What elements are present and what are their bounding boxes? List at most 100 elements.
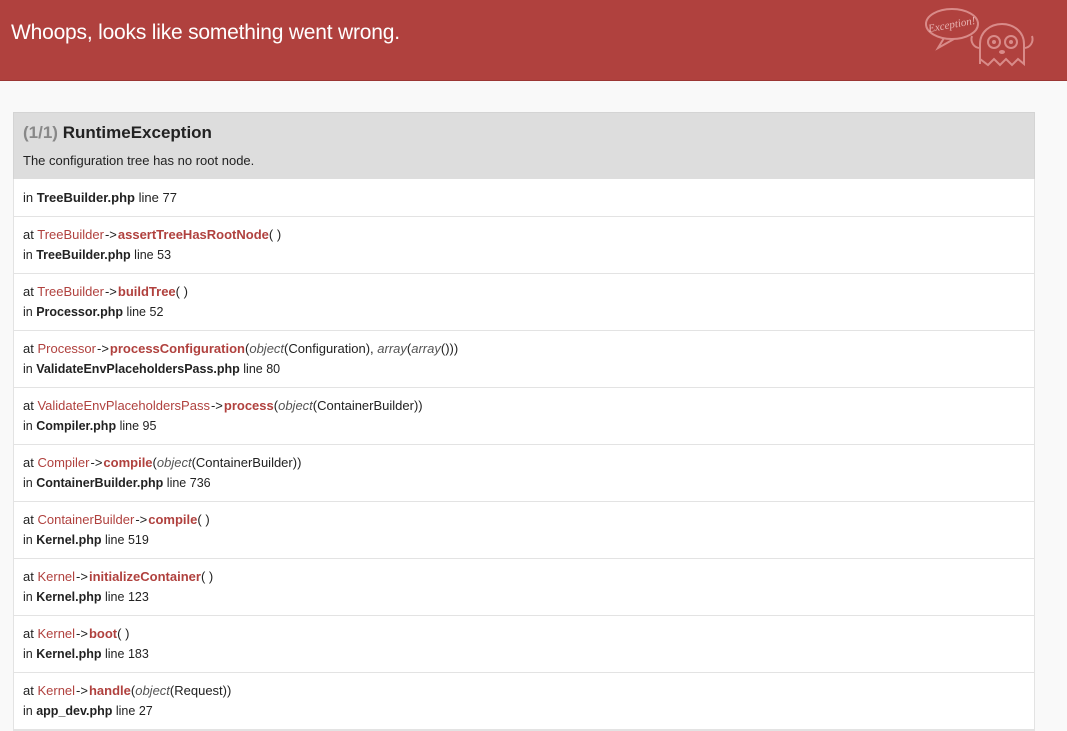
trace-arg-value: (Configuration): [284, 341, 371, 356]
trace-class-name[interactable]: TreeBuilder: [37, 284, 104, 299]
trace-location: in Kernel.php line 519: [23, 528, 1025, 549]
trace-method-name[interactable]: assertTreeHasRootNode: [118, 227, 269, 242]
trace-class-name[interactable]: Kernel: [37, 569, 75, 584]
trace-line-label: line: [119, 419, 140, 433]
trace-at-label: at: [23, 398, 34, 413]
trace-call: at Processor->processConfiguration(objec…: [23, 341, 459, 356]
trace-at-label: at: [23, 683, 34, 698]
page-header: Whoops, looks like something went wrong.…: [0, 0, 1067, 81]
exception-ghost-logo: Exception!: [925, 8, 1034, 67]
page-title: Whoops, looks like something went wrong.: [11, 21, 400, 44]
trace-arrow: ->: [104, 284, 117, 299]
trace-method-name[interactable]: processConfiguration: [110, 341, 245, 356]
trace-class-name[interactable]: ValidateEnvPlaceholdersPass: [37, 398, 209, 413]
trace-arg-type: object: [278, 398, 313, 413]
trace-class-name[interactable]: Processor: [37, 341, 96, 356]
trace-method-name[interactable]: buildTree: [118, 284, 176, 299]
trace-file: ContainerBuilder.php: [36, 476, 164, 490]
trace-frame: at Kernel->boot( ) in Kernel.php line 183: [14, 616, 1034, 673]
trace-first-location: in TreeBuilder.php line 77: [14, 179, 1034, 217]
trace-file: app_dev.php: [36, 704, 113, 718]
trace-line-number: 736: [189, 476, 211, 490]
trace-arg-value: (ContainerBuilder): [312, 398, 419, 413]
trace-line-number: 53: [157, 248, 172, 262]
trace-in-label: in: [23, 305, 33, 319]
trace-line-number: 52: [149, 305, 164, 319]
exception-summary: (1/1) RuntimeException The configuration…: [13, 112, 1035, 179]
trace-frame: at Kernel->initializeContainer( ) in Kern…: [14, 559, 1034, 616]
trace-method-name[interactable]: boot: [89, 626, 117, 641]
trace-at-label: at: [23, 341, 34, 356]
trace-line-number: 183: [127, 647, 149, 661]
trace-arg-type: object: [249, 341, 285, 356]
trace-file: Kernel.php: [36, 533, 102, 547]
trace-frame: at ValidateEnvPlaceholdersPass->process (…: [14, 388, 1034, 445]
trace-method-name[interactable]: handle: [89, 683, 131, 698]
trace-location: in Compiler.php line 95: [23, 414, 1025, 435]
trace-call: at ContainerBuilder->compile( ): [23, 512, 210, 527]
trace-class-name[interactable]: ContainerBuilder: [37, 512, 134, 527]
trace-in-label: in: [23, 362, 33, 376]
stack-trace-list: in TreeBuilder.php line 77 at TreeBuilde…: [13, 179, 1035, 731]
trace-frame: at TreeBuilder->buildTree( ) in Processor…: [14, 274, 1034, 331]
trace-arrow: ->: [104, 227, 117, 242]
trace-line-number: 123: [127, 590, 149, 604]
trace-class-name[interactable]: Compiler: [37, 455, 89, 470]
trace-arg-type: object: [135, 683, 170, 698]
trace-line-label: line: [126, 305, 147, 319]
trace-at-label: at: [23, 284, 34, 299]
trace-at-label: at: [23, 227, 34, 242]
trace-arg-value: (): [440, 341, 450, 356]
trace-line-number: 77: [162, 190, 177, 205]
exception-class: RuntimeException: [62, 123, 212, 142]
trace-frame: at Compiler->compile(object(ContainerBui…: [14, 445, 1034, 502]
trace-line-label: line: [105, 590, 125, 604]
trace-in-label: in: [23, 704, 33, 718]
trace-file: TreeBuilder.php: [36, 248, 131, 262]
trace-location: in ValidateEnvPlaceholdersPass.php line …: [23, 357, 1025, 378]
trace-method-name[interactable]: compile: [148, 512, 197, 527]
trace-arrow: ->: [135, 512, 148, 527]
trace-arrow: ->: [76, 683, 88, 698]
trace-method-name[interactable]: process: [224, 398, 274, 413]
trace-method-name[interactable]: compile: [103, 455, 152, 470]
trace-in-label: in: [23, 647, 33, 661]
trace-at-label: at: [23, 455, 34, 470]
trace-arg-type: object: [156, 455, 192, 470]
trace-frame: at ContainerBuilder->compile( ) in Kernel…: [14, 502, 1034, 559]
trace-file: Kernel.php: [36, 647, 102, 661]
trace-class-name[interactable]: Kernel: [37, 626, 75, 641]
trace-in-label: in: [23, 476, 33, 490]
trace-arg-value: (Request): [169, 683, 227, 698]
trace-frame: at TreeBuilder->assertTreeHasRootNode( )…: [14, 217, 1034, 274]
trace-line-label: line: [166, 476, 187, 490]
trace-class-name[interactable]: TreeBuilder: [37, 227, 104, 242]
trace-arg-value: (ContainerBuilder): [191, 455, 298, 470]
trace-arrow: ->: [97, 341, 109, 356]
trace-class-name[interactable]: Kernel: [37, 683, 75, 698]
trace-at-label: at: [23, 626, 34, 641]
trace-location: in TreeBuilder.php line 53: [23, 243, 1025, 264]
trace-in-label: in: [23, 419, 33, 433]
trace-call: at Kernel->boot( ): [23, 626, 130, 641]
trace-file: TreeBuilder.php: [36, 190, 135, 205]
trace-call: at ValidateEnvPlaceholdersPass->process (…: [23, 398, 423, 413]
trace-at-label: at: [23, 569, 34, 584]
trace-line-number: 27: [138, 704, 153, 718]
exception-message: The configuration tree has no root node.: [23, 153, 255, 168]
trace-call: at Kernel->initializeContainer( ): [23, 569, 214, 584]
trace-location: in Kernel.php line 183: [23, 642, 1025, 663]
trace-line-number: 80: [266, 362, 281, 376]
trace-file: ValidateEnvPlaceholdersPass.php: [36, 362, 240, 376]
trace-location: in ContainerBuilder.php line 736: [23, 471, 1025, 492]
trace-arg-type: array: [411, 341, 441, 356]
trace-arrow: ->: [90, 455, 103, 470]
trace-call: at TreeBuilder->buildTree( ): [23, 284, 188, 299]
trace-line-label: line: [105, 647, 125, 661]
exception-title: (1/1) RuntimeException: [23, 123, 1024, 143]
exception-count: (1/1): [23, 123, 58, 142]
trace-in-label: in: [23, 533, 33, 547]
trace-method-name[interactable]: initializeContainer: [89, 569, 201, 584]
trace-arg-type: array: [377, 341, 407, 356]
trace-frame: at Processor->processConfiguration(objec…: [14, 331, 1034, 388]
